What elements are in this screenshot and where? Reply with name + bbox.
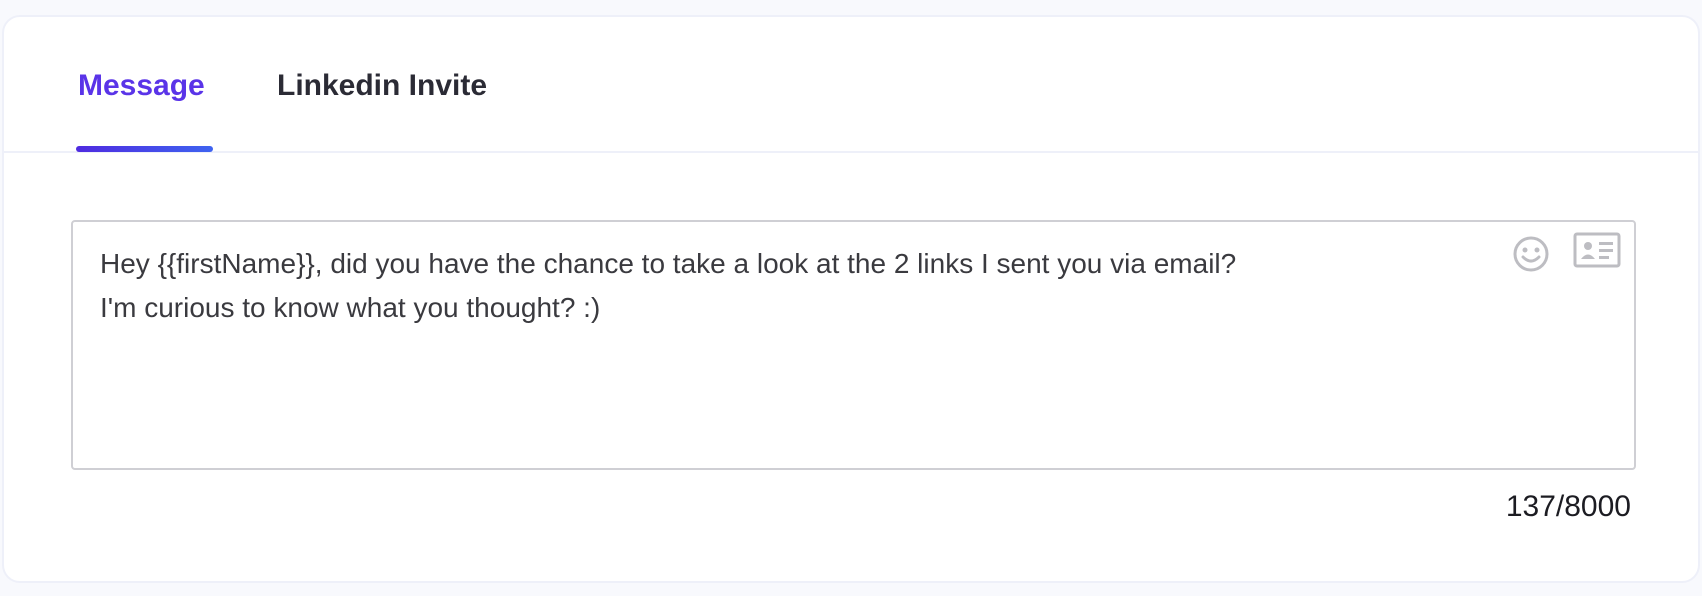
message-text[interactable]: Hey {{firstName}}, did you have the chan… xyxy=(100,242,1440,330)
active-tab-indicator xyxy=(76,146,213,152)
tab-bar: Message Linkedin Invite xyxy=(4,17,1698,153)
character-counter: 137/8000 xyxy=(1505,490,1631,523)
message-card: Message Linkedin Invite Hey {{firstName}… xyxy=(2,15,1700,583)
contact-card-icon[interactable] xyxy=(1573,230,1621,270)
message-textarea[interactable]: Hey {{firstName}}, did you have the chan… xyxy=(71,220,1636,470)
tab-linkedin-invite[interactable]: Linkedin Invite xyxy=(277,69,487,103)
tab-message[interactable]: Message xyxy=(78,69,205,103)
smiley-icon[interactable] xyxy=(1511,234,1551,274)
